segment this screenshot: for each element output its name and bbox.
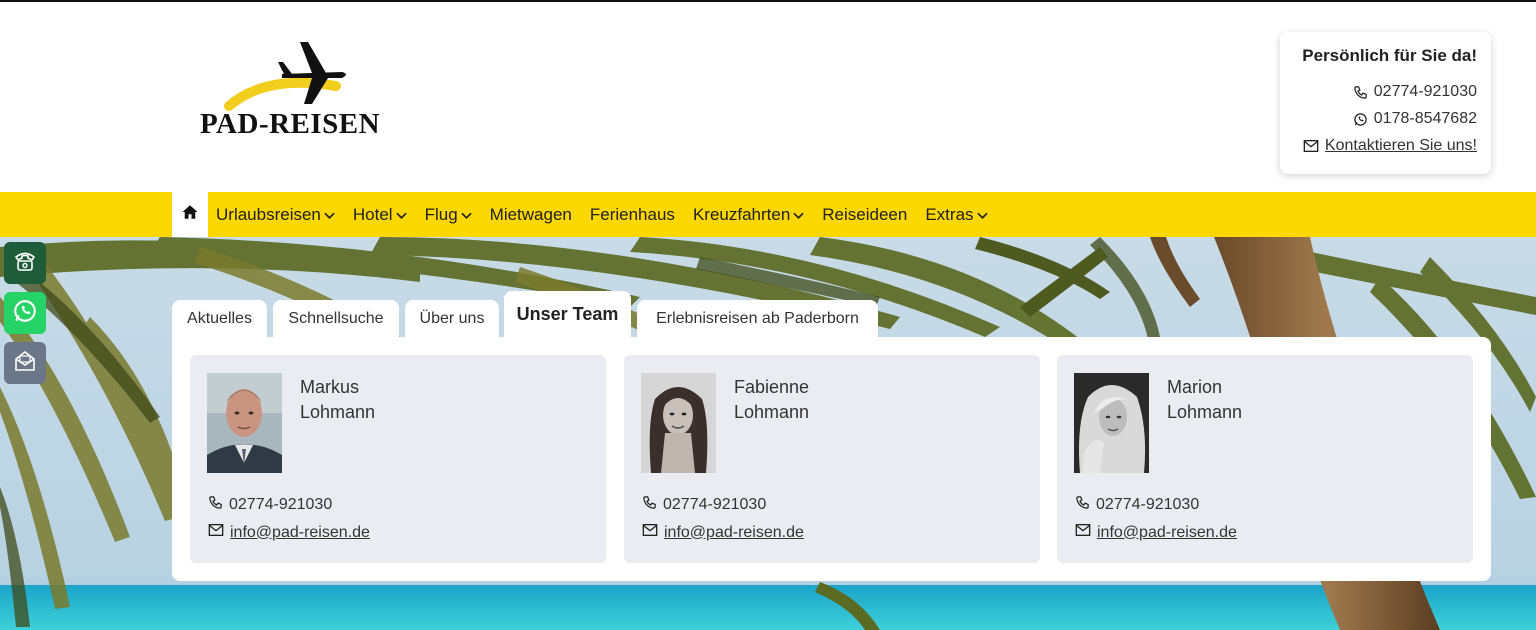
mail-open-icon: [12, 348, 38, 379]
tab-unser-team[interactable]: Unser Team: [504, 291, 631, 338]
phone-icon: [208, 495, 223, 515]
avatar-fabienne: [641, 373, 716, 473]
nav-item-hotel[interactable]: Hotel: [353, 205, 407, 225]
phone-icon: [642, 495, 657, 515]
person-email[interactable]: info@pad-reisen.de: [208, 523, 370, 542]
person-phone[interactable]: 02774-921030: [1075, 495, 1199, 515]
nav-item-mietwagen[interactable]: Mietwagen: [490, 205, 572, 225]
main-nav: Urlaubsreisen Hotel Flug Mietwagen Ferie…: [0, 192, 1536, 237]
brand-logo[interactable]: PAD-REISEN: [196, 38, 406, 148]
brand-name: PAD-REISEN: [200, 108, 381, 140]
contact-card: Persönlich für Sie da! 02774-921030 0178…: [1280, 32, 1491, 174]
phone-icon: [1075, 495, 1090, 515]
side-phone-button[interactable]: [4, 242, 46, 284]
mail-icon: [208, 523, 224, 542]
chevron-down-icon: [976, 205, 988, 225]
chevron-down-icon: [460, 205, 472, 225]
tab-erlebnisreisen[interactable]: Erlebnisreisen ab Paderborn: [637, 300, 878, 337]
avatar-markus: [207, 373, 282, 473]
nav-item-reiseideen[interactable]: Reiseideen: [822, 205, 907, 225]
contact-whatsapp[interactable]: 0178-8547682: [1353, 110, 1477, 128]
team-card: Marion Lohmann 02774-921030 info@pad-rei…: [1057, 355, 1473, 563]
mail-icon: [1303, 139, 1319, 153]
nav-item-extras[interactable]: Extras: [925, 205, 988, 225]
person-name: Marion Lohmann: [1167, 377, 1243, 422]
contact-title: Persönlich für Sie da!: [1302, 46, 1477, 65]
mail-icon: [1075, 523, 1091, 542]
contact-us-link[interactable]: Kontaktieren Sie uns!: [1325, 137, 1477, 155]
avatar-marion: [1074, 373, 1149, 473]
contact-phone[interactable]: 02774-921030: [1353, 83, 1477, 101]
whatsapp-icon: [12, 298, 38, 329]
contact-whatsapp-number: 0178-8547682: [1373, 110, 1477, 127]
nav-menu: Urlaubsreisen Hotel Flug Mietwagen Ferie…: [216, 192, 988, 237]
nav-item-kreuzfahrten[interactable]: Kreuzfahrten: [693, 205, 804, 225]
person-name: Fabienne Lohmann: [734, 377, 810, 422]
side-mail-button[interactable]: [4, 342, 46, 384]
nav-item-flug[interactable]: Flug: [425, 205, 472, 225]
team-panel: Markus Lohmann 02774-921030 info@pad-rei…: [172, 337, 1491, 581]
chevron-down-icon: [324, 205, 335, 225]
person-email[interactable]: info@pad-reisen.de: [1075, 523, 1237, 542]
person-email[interactable]: info@pad-reisen.de: [642, 523, 804, 542]
home-button[interactable]: [172, 192, 208, 237]
nav-item-ferienhaus[interactable]: Ferienhaus: [590, 205, 675, 225]
mail-icon: [642, 523, 658, 542]
airplane-icon: [224, 42, 346, 111]
contact-phone-number: 02774-921030: [1373, 83, 1477, 100]
chevron-down-icon: [793, 205, 804, 225]
nav-item-urlaubsreisen[interactable]: Urlaubsreisen: [216, 205, 335, 225]
side-whatsapp-button[interactable]: [4, 292, 46, 334]
team-card: Markus Lohmann 02774-921030 info@pad-rei…: [190, 355, 606, 563]
email-link[interactable]: info@pad-reisen.de: [664, 524, 804, 542]
tab-aktuelles[interactable]: Aktuelles: [172, 300, 267, 337]
chevron-down-icon: [395, 205, 407, 225]
email-link[interactable]: info@pad-reisen.de: [1097, 524, 1237, 542]
person-phone[interactable]: 02774-921030: [642, 495, 766, 515]
home-icon: [181, 203, 199, 226]
tab-ueber-uns[interactable]: Über uns: [405, 300, 499, 337]
email-link[interactable]: info@pad-reisen.de: [230, 524, 370, 542]
whatsapp-small-icon: [1353, 112, 1368, 127]
site-header: PAD-REISEN Persönlich für Sie da! 02774-…: [0, 2, 1536, 192]
phone-icon: [12, 248, 38, 279]
tab-schnellsuche[interactable]: Schnellsuche: [273, 300, 399, 337]
phone-icon: [1353, 85, 1368, 100]
contact-link-row[interactable]: Kontaktieren Sie uns!: [1303, 137, 1477, 155]
team-card: Fabienne Lohmann 02774-921030 info@pad-r…: [624, 355, 1040, 563]
person-phone[interactable]: 02774-921030: [208, 495, 332, 515]
person-name: Markus Lohmann: [300, 377, 376, 422]
